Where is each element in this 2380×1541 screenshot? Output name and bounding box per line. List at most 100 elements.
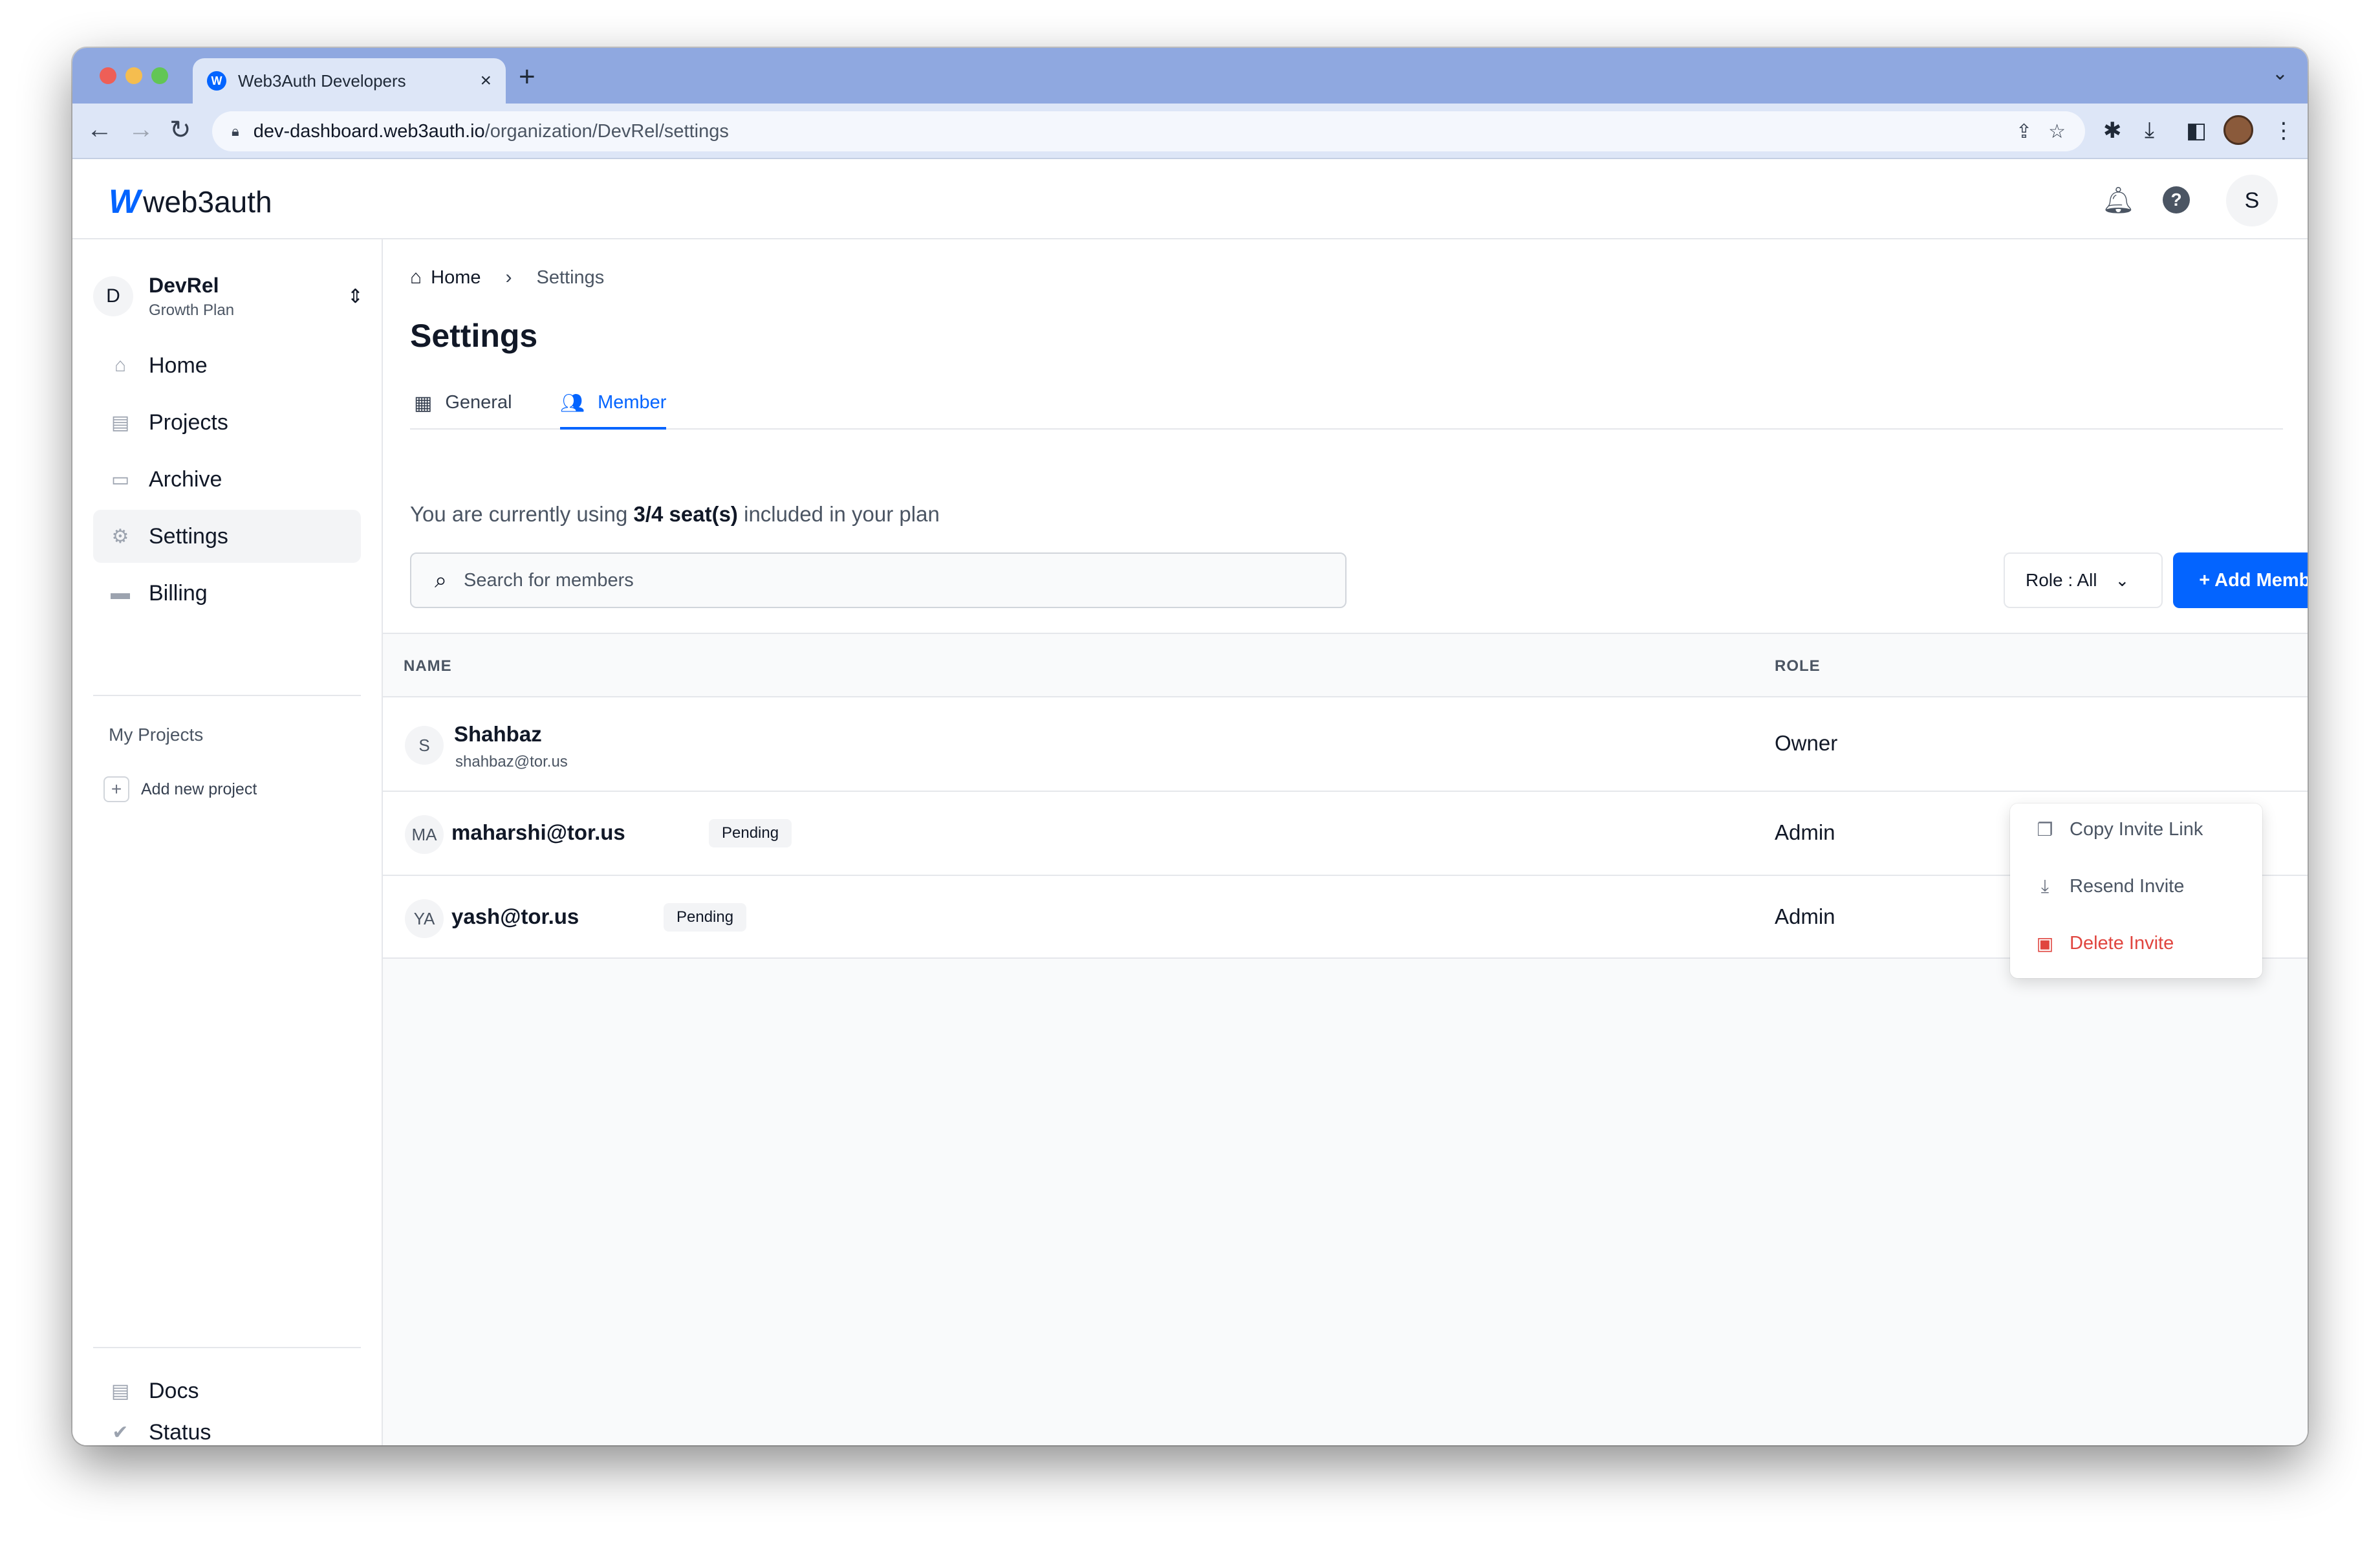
help-icon[interactable]: ?: [2163, 186, 2190, 213]
search-input[interactable]: [464, 569, 1305, 591]
tab-title: Web3Auth Developers: [238, 71, 406, 91]
download-icon[interactable]: ⤓: [2145, 118, 2154, 143]
maximize-window-button[interactable]: [151, 67, 168, 84]
new-tab-icon[interactable]: +: [519, 61, 536, 93]
web3auth-logo[interactable]: W web3auth: [109, 182, 272, 221]
add-new-project-button[interactable]: + Add new project: [103, 776, 257, 802]
gear-icon: ⚙: [111, 525, 129, 547]
copy-invite-link-item[interactable]: ❐ Copy Invite Link: [2033, 819, 2203, 840]
url-path: /organization/DevRel/settings: [484, 120, 729, 142]
close-window-button[interactable]: [100, 67, 116, 84]
org-name: DevRel: [149, 273, 219, 297]
tab-close-icon[interactable]: ×: [480, 70, 492, 92]
org-avatar: D: [93, 276, 133, 316]
seat-count: 3/4 seat(s): [633, 502, 738, 526]
tab-label: Member: [598, 392, 667, 413]
breadcrumb: ⌂ Home › Settings: [410, 267, 604, 289]
org-switcher[interactable]: D DevRel Growth Plan ⇕: [93, 270, 363, 322]
sidebar-item-label: Home: [149, 353, 208, 378]
menu-item-label: Copy Invite Link: [2070, 819, 2203, 840]
sidebar-divider: [93, 695, 361, 696]
column-header-name: NAME: [404, 657, 452, 675]
copy-icon: ❐: [2037, 820, 2053, 840]
tab-member[interactable]: 👥︎ Member: [560, 387, 667, 430]
add-new-project-label: Add new project: [141, 780, 257, 798]
users-icon: 👥︎: [560, 393, 585, 414]
address-bar[interactable]: 🔒︎ dev-dashboard.web3auth.io/organizatio…: [212, 111, 2085, 151]
bell-icon[interactable]: 🔔︎: [2102, 185, 2135, 215]
delete-invite-item[interactable]: ▣ Delete Invite: [2033, 933, 2174, 954]
extensions-puzzle-icon[interactable]: ✱: [2103, 118, 2122, 144]
seat-usage-text: You are currently using 3/4 seat(s) incl…: [410, 502, 940, 527]
browser-toolbar: ← → ↻ 🔒︎ dev-dashboard.web3auth.io/organ…: [72, 104, 2308, 159]
org-plan: Growth Plan: [149, 301, 235, 319]
my-projects-heading: My Projects: [109, 725, 204, 745]
table-empty-area: [383, 959, 2308, 1445]
sidebar: D DevRel Growth Plan ⇕ ⌂ Home ▤ Projects…: [72, 239, 383, 1445]
page-title: Settings: [410, 318, 538, 354]
reload-icon[interactable]: ↻: [169, 115, 191, 145]
member-name: maharshi@tor.us: [451, 820, 625, 844]
back-arrow-icon[interactable]: ←: [87, 115, 113, 144]
sidebar-item-label: Settings: [149, 523, 228, 549]
member-email: shahbaz@tor.us: [455, 753, 568, 770]
url-host: dev-dashboard.web3auth.io: [253, 120, 485, 142]
role-filter-select[interactable]: Role : All ⌄: [2004, 552, 2163, 608]
sidebar-item-label: Docs: [149, 1378, 199, 1403]
sidebar-item-settings[interactable]: ⚙ Settings: [93, 510, 361, 563]
resend-icon: ⤓: [2040, 876, 2050, 896]
sidebar-item-archive[interactable]: ▭ Archive: [93, 453, 361, 506]
chevron-up-down-icon[interactable]: ⇕: [347, 285, 363, 308]
breadcrumb-current: Settings: [536, 267, 605, 288]
forward-arrow-icon[interactable]: →: [128, 115, 154, 144]
browser-profile-avatar[interactable]: [2223, 115, 2253, 145]
member-role: Owner: [1775, 731, 1838, 755]
member-avatar: MA: [405, 815, 444, 854]
home-icon[interactable]: ⌂: [410, 267, 422, 289]
member-role: Admin: [1775, 904, 1835, 928]
members-table-header: NAME ROLE: [383, 633, 2308, 697]
share-icon[interactable]: ⇪: [2016, 121, 2032, 142]
web3auth-favicon-icon: W: [207, 71, 226, 91]
menu-item-label: Delete Invite: [2070, 933, 2174, 954]
tab-general[interactable]: ▦ General: [414, 387, 512, 430]
sidebar-item-status[interactable]: ✔ Status: [93, 1419, 361, 1445]
card-icon: ▬: [111, 582, 130, 604]
row-actions-menu: ❐ Copy Invite Link ⤓ Resend Invite ▣ Del…: [2010, 803, 2262, 978]
member-role: Admin: [1775, 820, 1835, 844]
sidebar-item-billing[interactable]: ▬ Billing: [93, 567, 361, 620]
trash-icon: ▣: [2036, 934, 2054, 954]
building-icon: ▦: [414, 393, 433, 414]
add-member-button[interactable]: + Add Member: [2173, 552, 2308, 608]
omnibox-actions: ⇪ ☆: [2016, 120, 2066, 143]
member-search: ⌕: [410, 552, 1347, 608]
side-panel-icon[interactable]: ◧: [2186, 118, 2207, 144]
sidebar-item-home[interactable]: ⌂ Home: [93, 339, 361, 392]
sidebar-item-docs[interactable]: ▤ Docs: [93, 1368, 361, 1414]
breadcrumb-home[interactable]: Home: [431, 267, 481, 289]
logo-text: web3auth: [143, 185, 272, 219]
bookmark-star-icon[interactable]: ☆: [2048, 121, 2066, 142]
sidebar-item-label: Billing: [149, 580, 208, 606]
check-circle-icon: ✔: [112, 1421, 129, 1443]
app-header: W web3auth 🔔︎ ? S: [72, 159, 2308, 239]
sidebar-item-label: Projects: [149, 410, 228, 435]
browser-tab-strip: W Web3Auth Developers × + ⌄: [72, 48, 2308, 104]
sidebar-footer-divider: [93, 1347, 361, 1348]
minimize-window-button[interactable]: [125, 67, 142, 84]
tab-search-chevron-icon[interactable]: ⌄: [2272, 62, 2288, 85]
tab-label: General: [445, 392, 512, 413]
seat-usage-suffix: included in your plan: [737, 502, 940, 526]
logo-mark: W: [109, 183, 141, 221]
chevron-right-icon: ›: [505, 267, 512, 288]
table-row: S Shahbaz shahbaz@tor.us Owner •••: [383, 697, 2308, 792]
resend-invite-item[interactable]: ⤓ Resend Invite: [2033, 876, 2185, 897]
role-filter-label: Role : All: [2026, 570, 2097, 590]
member-name: yash@tor.us: [451, 904, 579, 928]
browser-tab[interactable]: W Web3Auth Developers ×: [193, 58, 506, 104]
more-vertical-icon[interactable]: ⋮: [2273, 118, 2295, 144]
browser-window: W Web3Auth Developers × + ⌄ ← → ↻ 🔒︎ dev…: [72, 48, 2308, 1445]
plus-icon: +: [103, 776, 129, 802]
user-avatar[interactable]: S: [2226, 175, 2278, 226]
sidebar-item-projects[interactable]: ▤ Projects: [93, 396, 361, 449]
